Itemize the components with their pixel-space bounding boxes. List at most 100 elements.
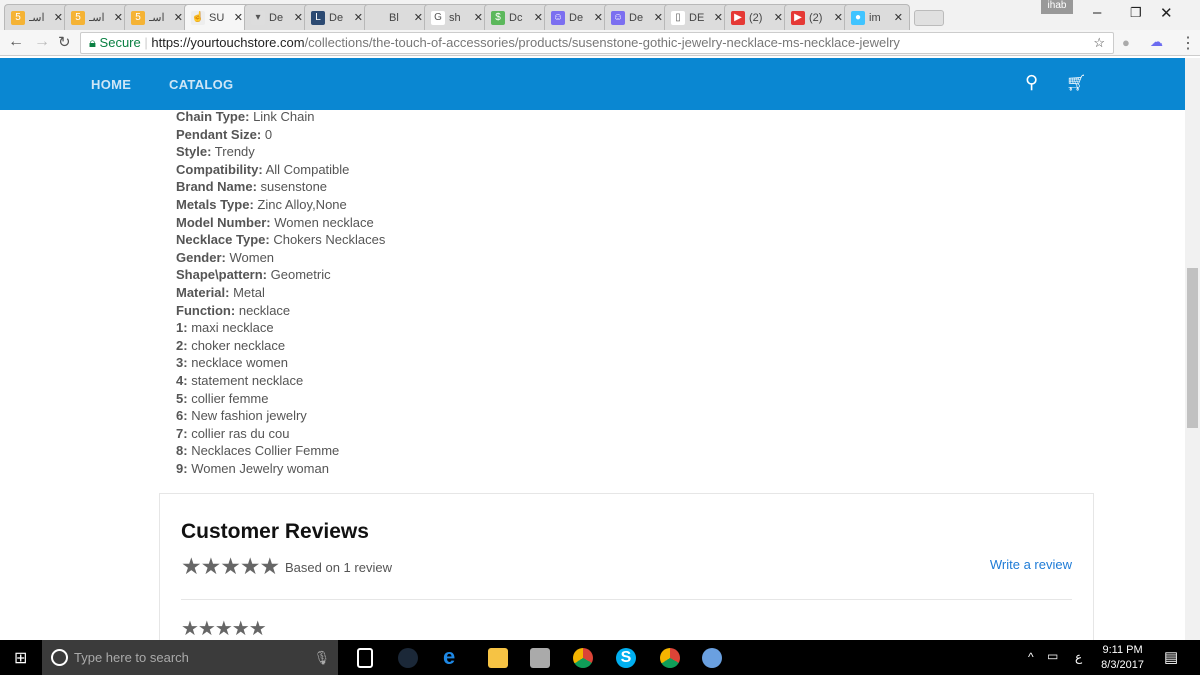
taskbar-search[interactable]: Type here to search 🎙︎ [42, 640, 338, 675]
browser-tab[interactable]: Bl ✕ [364, 4, 430, 30]
notifications-icon[interactable]: ▤ [1164, 648, 1178, 666]
spec-label: 3: [176, 355, 188, 371]
url-input[interactable]: 🔒︎ Secure | https://yourtouchstore.com/c… [80, 32, 1114, 54]
browser-tab[interactable]: $ Dc ✕ [484, 4, 550, 30]
bookmark-star-icon[interactable]: ☆ [1093, 33, 1105, 53]
close-tab-icon[interactable]: ✕ [474, 11, 483, 24]
browser-tab[interactable]: ☺ De ✕ [604, 4, 670, 30]
spec-row: 8: Necklaces Collier Femme [176, 442, 385, 460]
steam-icon[interactable] [398, 648, 418, 668]
close-tab-icon[interactable]: ✕ [594, 11, 603, 24]
browser-tab[interactable]: ▶ (2) ✕ [724, 4, 790, 30]
spec-label: Model Number: [176, 214, 271, 230]
spec-row: Pendant Size: 0 [176, 126, 385, 144]
tab-title: De [629, 11, 644, 24]
app-icon[interactable] [530, 648, 550, 668]
task-view-icon[interactable] [357, 648, 373, 668]
browser-tab[interactable]: ▯ DE ✕ [664, 4, 730, 30]
spec-value: Women [229, 249, 275, 265]
close-tab-icon[interactable]: ✕ [114, 11, 123, 24]
close-tab-icon[interactable]: ✕ [414, 11, 423, 24]
clock[interactable]: 9:11 PM 8/3/2017 [1101, 643, 1144, 673]
battery-icon[interactable]: ▭ [1047, 649, 1058, 663]
browser-tab[interactable]: 5 اسـ ✕ [124, 4, 190, 30]
spec-label: Material: [176, 284, 230, 300]
spec-value: collier ras du cou [191, 425, 290, 441]
browser-tab[interactable]: ☝ SU ✕ [184, 4, 250, 30]
tray-chevron-icon[interactable]: ^ [1028, 650, 1034, 664]
tab-favicon-icon: ▯ [671, 10, 685, 25]
browser-tab[interactable]: ☺ De ✕ [544, 4, 610, 30]
nav-catalog[interactable]: CATALOG [169, 77, 233, 92]
tab-title: DE [689, 11, 705, 24]
browser-tab[interactable]: 5 اسـ ✕ [4, 4, 70, 30]
nav-home[interactable]: HOME [91, 77, 131, 92]
spec-label: 7: [176, 425, 188, 441]
extension-icon[interactable]: ● [1122, 35, 1130, 50]
chrome-profile-icon[interactable] [660, 648, 680, 668]
spec-value: statement necklace [191, 372, 304, 388]
close-tab-icon[interactable]: ✕ [654, 11, 663, 24]
skype-icon[interactable]: S [616, 648, 636, 668]
edge-icon[interactable]: e [443, 644, 463, 669]
close-tab-icon[interactable]: ✕ [774, 11, 783, 24]
spec-label: Function: [176, 302, 236, 318]
close-tab-icon[interactable]: ✕ [294, 11, 303, 24]
spec-value: Necklaces Collier Femme [191, 443, 340, 459]
cart-icon[interactable]: 🛒︎ [1066, 73, 1086, 93]
chrome-icon[interactable] [573, 648, 593, 668]
new-tab-button[interactable] [914, 10, 944, 26]
browser-tab[interactable]: 5 اسـ ✕ [64, 4, 130, 30]
search-icon[interactable]: ⚲ [1025, 72, 1038, 93]
browser-tab[interactable]: ● im ✕ [844, 4, 910, 30]
cloud-extension-icon[interactable]: ☁ [1150, 34, 1163, 50]
tab-favicon-icon: ☺ [551, 10, 565, 25]
language-indicator[interactable]: ع [1075, 650, 1082, 664]
close-window-button[interactable]: ✕ [1160, 4, 1173, 22]
write-review-link[interactable]: Write a review [990, 557, 1072, 572]
spec-row: Function: necklace [176, 302, 385, 320]
close-tab-icon[interactable]: ✕ [354, 11, 363, 24]
spec-label: Shape\pattern: [176, 267, 268, 283]
spec-value: Zinc Alloy,None [257, 196, 347, 212]
close-tab-icon[interactable]: ✕ [834, 11, 843, 24]
spec-row: Style: Trendy [176, 143, 385, 161]
menu-icon[interactable]: ⋮ [1180, 33, 1196, 53]
restore-button[interactable]: ❐ [1130, 5, 1142, 21]
cortana-icon [51, 649, 68, 666]
back-icon[interactable]: ← [8, 33, 24, 51]
windows-start-icon[interactable]: ⊞ [14, 648, 27, 668]
tab-title: (2) [809, 11, 823, 24]
file-explorer-icon[interactable] [488, 648, 508, 668]
forward-icon[interactable]: → [34, 33, 50, 51]
spec-value: collier femme [191, 390, 269, 406]
spec-row: 3: necklace women [176, 354, 385, 372]
close-tab-icon[interactable]: ✕ [534, 11, 543, 24]
customer-reviews: Customer Reviews ★★★★★ Based on 1 review… [159, 493, 1094, 640]
close-tab-icon[interactable]: ✕ [714, 11, 723, 24]
close-tab-icon[interactable]: ✕ [174, 11, 183, 24]
spec-row: Gender: Women [176, 249, 385, 267]
spec-value: maxi necklace [191, 320, 274, 336]
close-tab-icon[interactable]: ✕ [54, 11, 63, 24]
reload-icon[interactable]: ↻ [58, 33, 71, 51]
browser-tab[interactable]: L De ✕ [304, 4, 370, 30]
scrollbar[interactable] [1185, 58, 1200, 640]
tab-favicon-icon [371, 10, 385, 25]
spec-label: 5: [176, 390, 188, 406]
spec-value: necklace [238, 302, 291, 318]
tab-title: im [869, 11, 881, 24]
minimize-button[interactable]: – [1093, 4, 1101, 21]
close-tab-icon[interactable]: ✕ [234, 11, 243, 24]
profile-button[interactable]: ihab [1041, 0, 1073, 14]
tab-favicon-icon: 5 [11, 10, 25, 25]
tab-favicon-icon: ● [851, 10, 865, 25]
close-tab-icon[interactable]: ✕ [894, 11, 903, 24]
browser-tab[interactable]: Gsh ✕ [424, 4, 490, 30]
tab-favicon-icon: ▾ [251, 10, 265, 25]
browser-tab[interactable]: ▶ (2) ✕ [784, 4, 850, 30]
browser-tab[interactable]: ▾ De ✕ [244, 4, 310, 30]
paint-icon[interactable] [702, 648, 722, 668]
microphone-icon[interactable]: 🎙︎ [313, 640, 330, 675]
scrollbar-thumb[interactable] [1187, 268, 1198, 428]
